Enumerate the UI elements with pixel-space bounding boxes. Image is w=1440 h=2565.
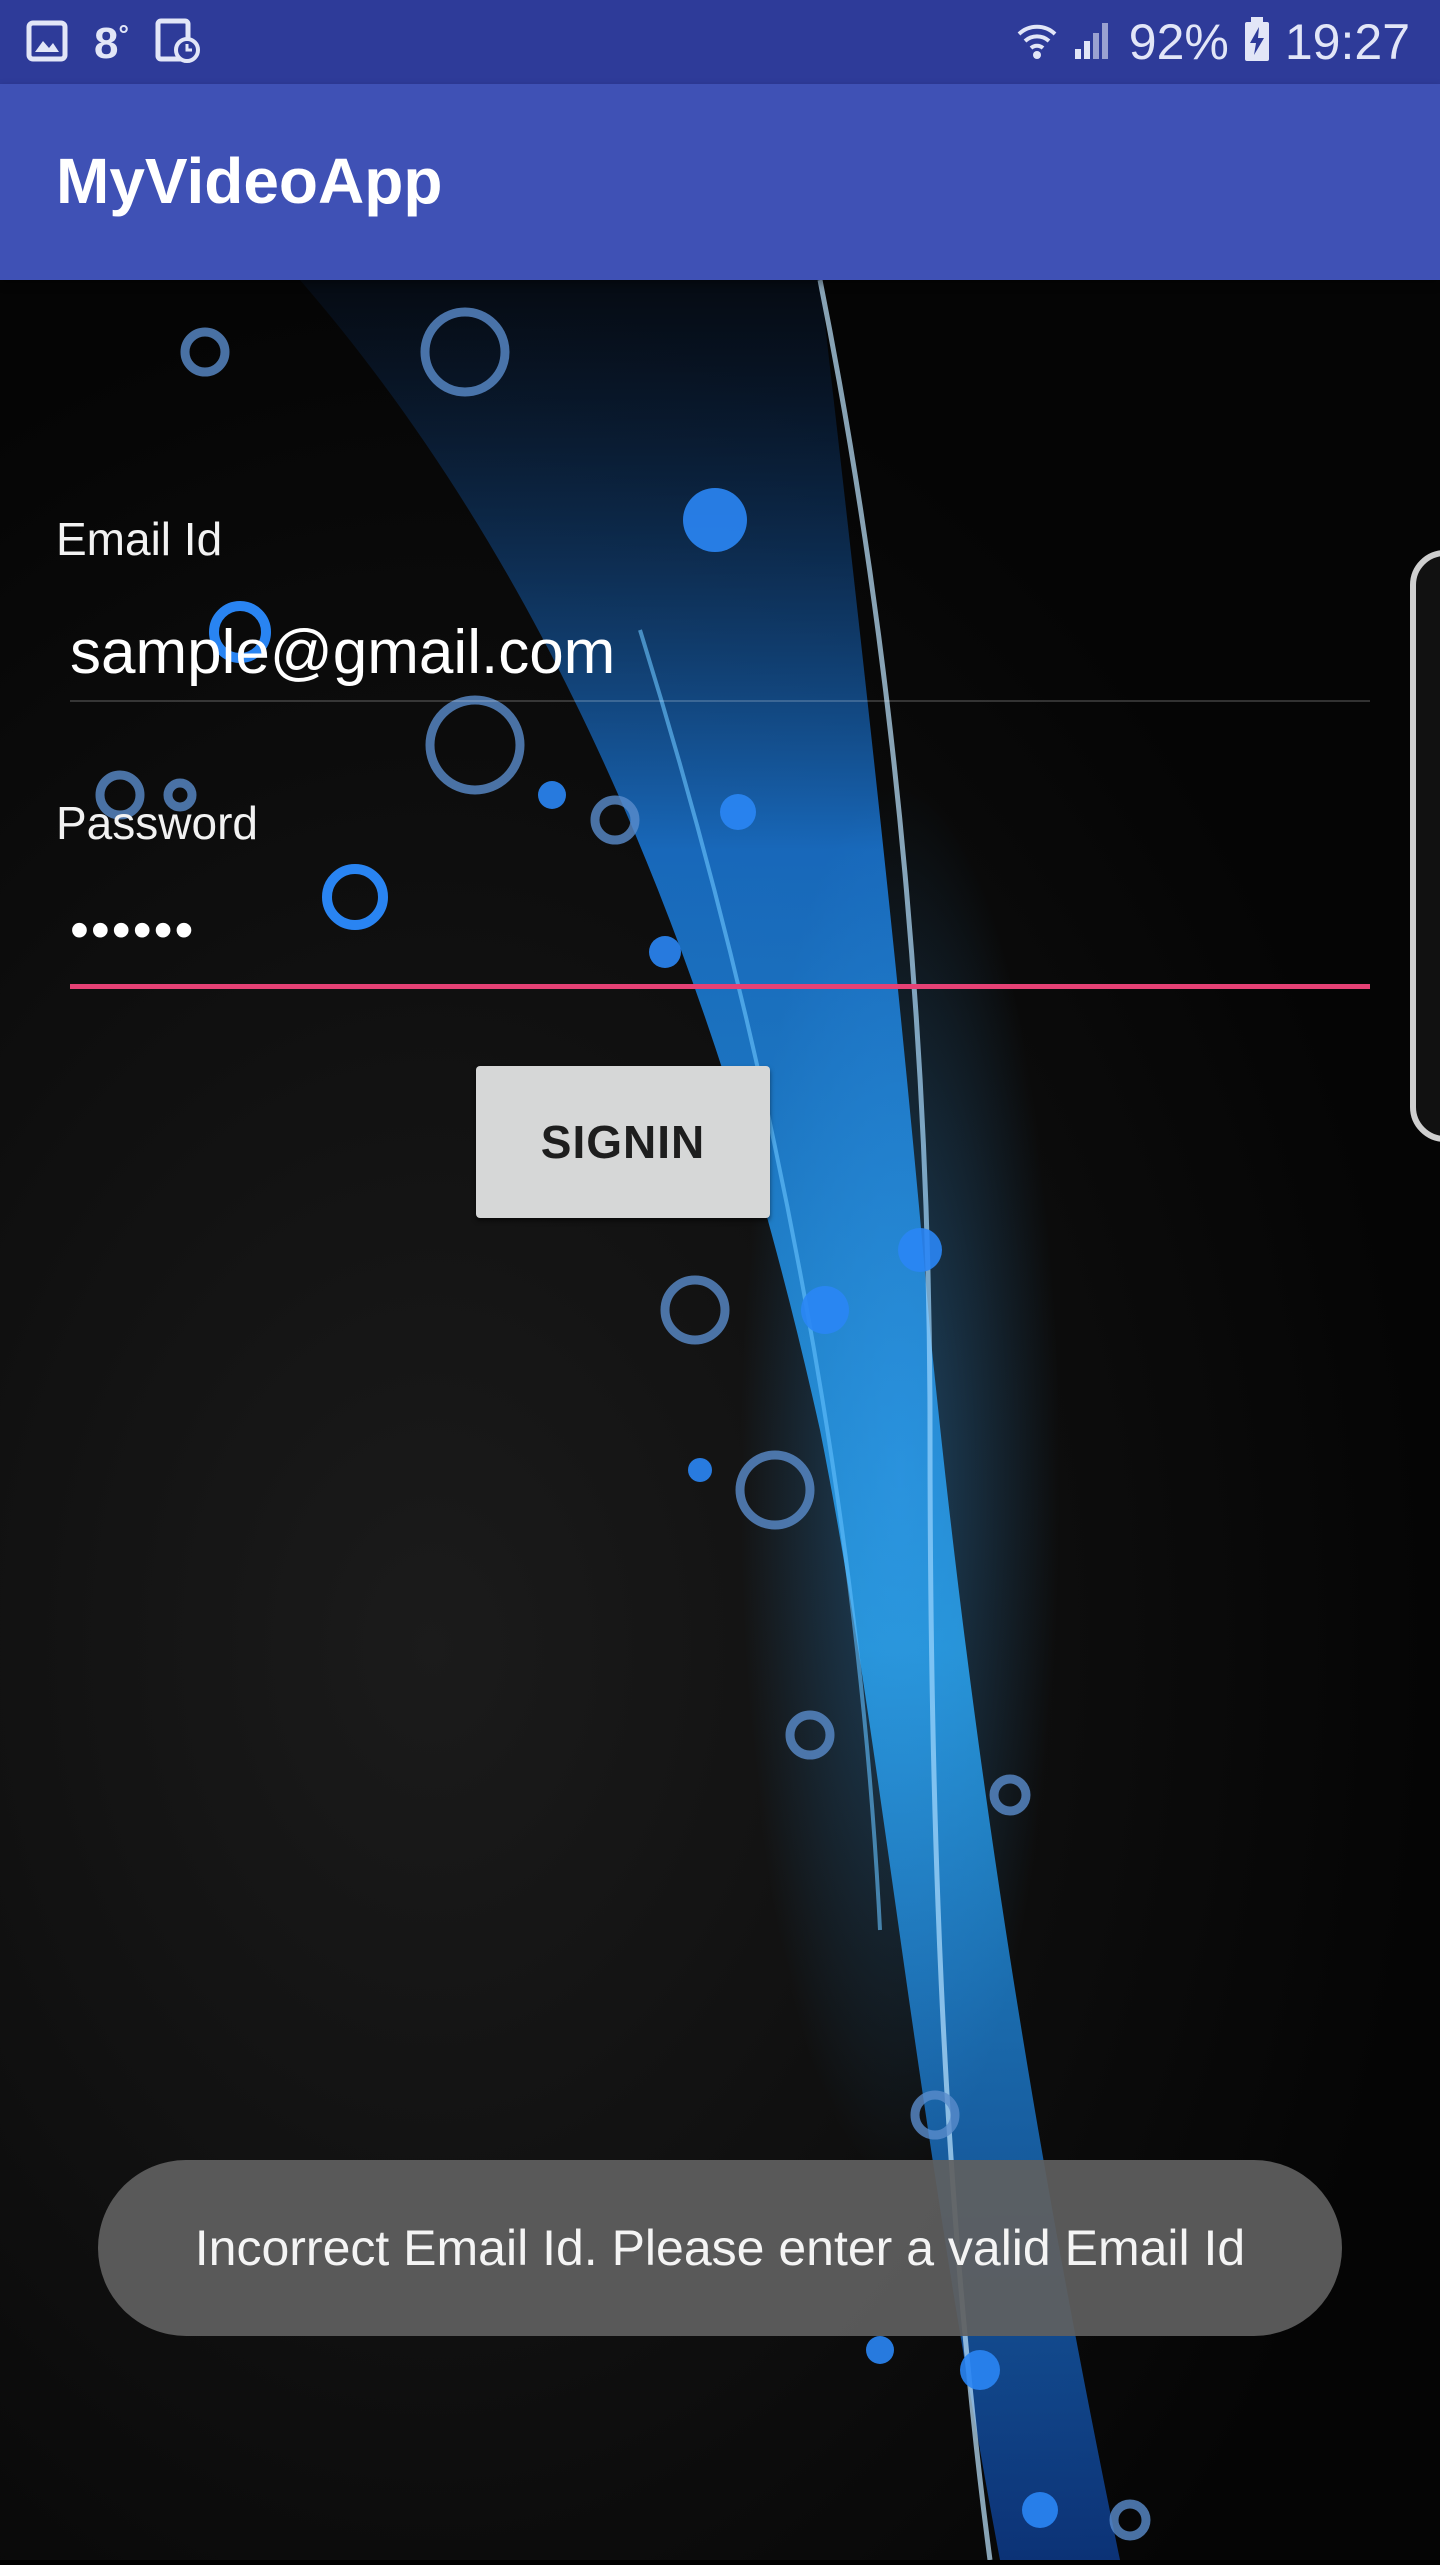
wifi-icon bbox=[1015, 18, 1059, 67]
app-title: MyVideoApp bbox=[56, 145, 443, 217]
battery-percent: 92% bbox=[1128, 14, 1229, 70]
gallery-icon bbox=[26, 20, 68, 67]
email-label: Email Id bbox=[56, 513, 223, 565]
signal-icon bbox=[1073, 19, 1115, 66]
password-label: Password bbox=[56, 797, 258, 849]
weather-icon: 8 ° bbox=[94, 19, 129, 69]
app-bar: MyVideoApp bbox=[0, 84, 1440, 280]
clock-icon bbox=[155, 18, 201, 69]
temperature-value: 8 bbox=[94, 18, 119, 68]
email-underline bbox=[70, 700, 1370, 702]
password-input[interactable]: •••••• bbox=[70, 880, 1370, 980]
status-bar: 8 ° 92% 19:27 bbox=[0, 0, 1440, 84]
error-toast: Incorrect Email Id. Please enter a valid… bbox=[98, 2160, 1342, 2336]
email-input[interactable] bbox=[70, 602, 1370, 702]
edge-panel-handle[interactable] bbox=[1410, 550, 1440, 1142]
status-bar-notifications: 8 ° bbox=[26, 18, 201, 69]
password-underline bbox=[70, 984, 1370, 989]
battery-charging-icon bbox=[1243, 16, 1271, 68]
temperature-degree: ° bbox=[118, 18, 129, 49]
toast-message: Incorrect Email Id. Please enter a valid… bbox=[194, 2220, 1246, 2276]
clock-time: 19:27 bbox=[1284, 14, 1410, 70]
signin-button[interactable]: SIGNIN bbox=[476, 1066, 770, 1218]
status-bar-indicators: 92% 19:27 bbox=[1015, 8, 1410, 76]
